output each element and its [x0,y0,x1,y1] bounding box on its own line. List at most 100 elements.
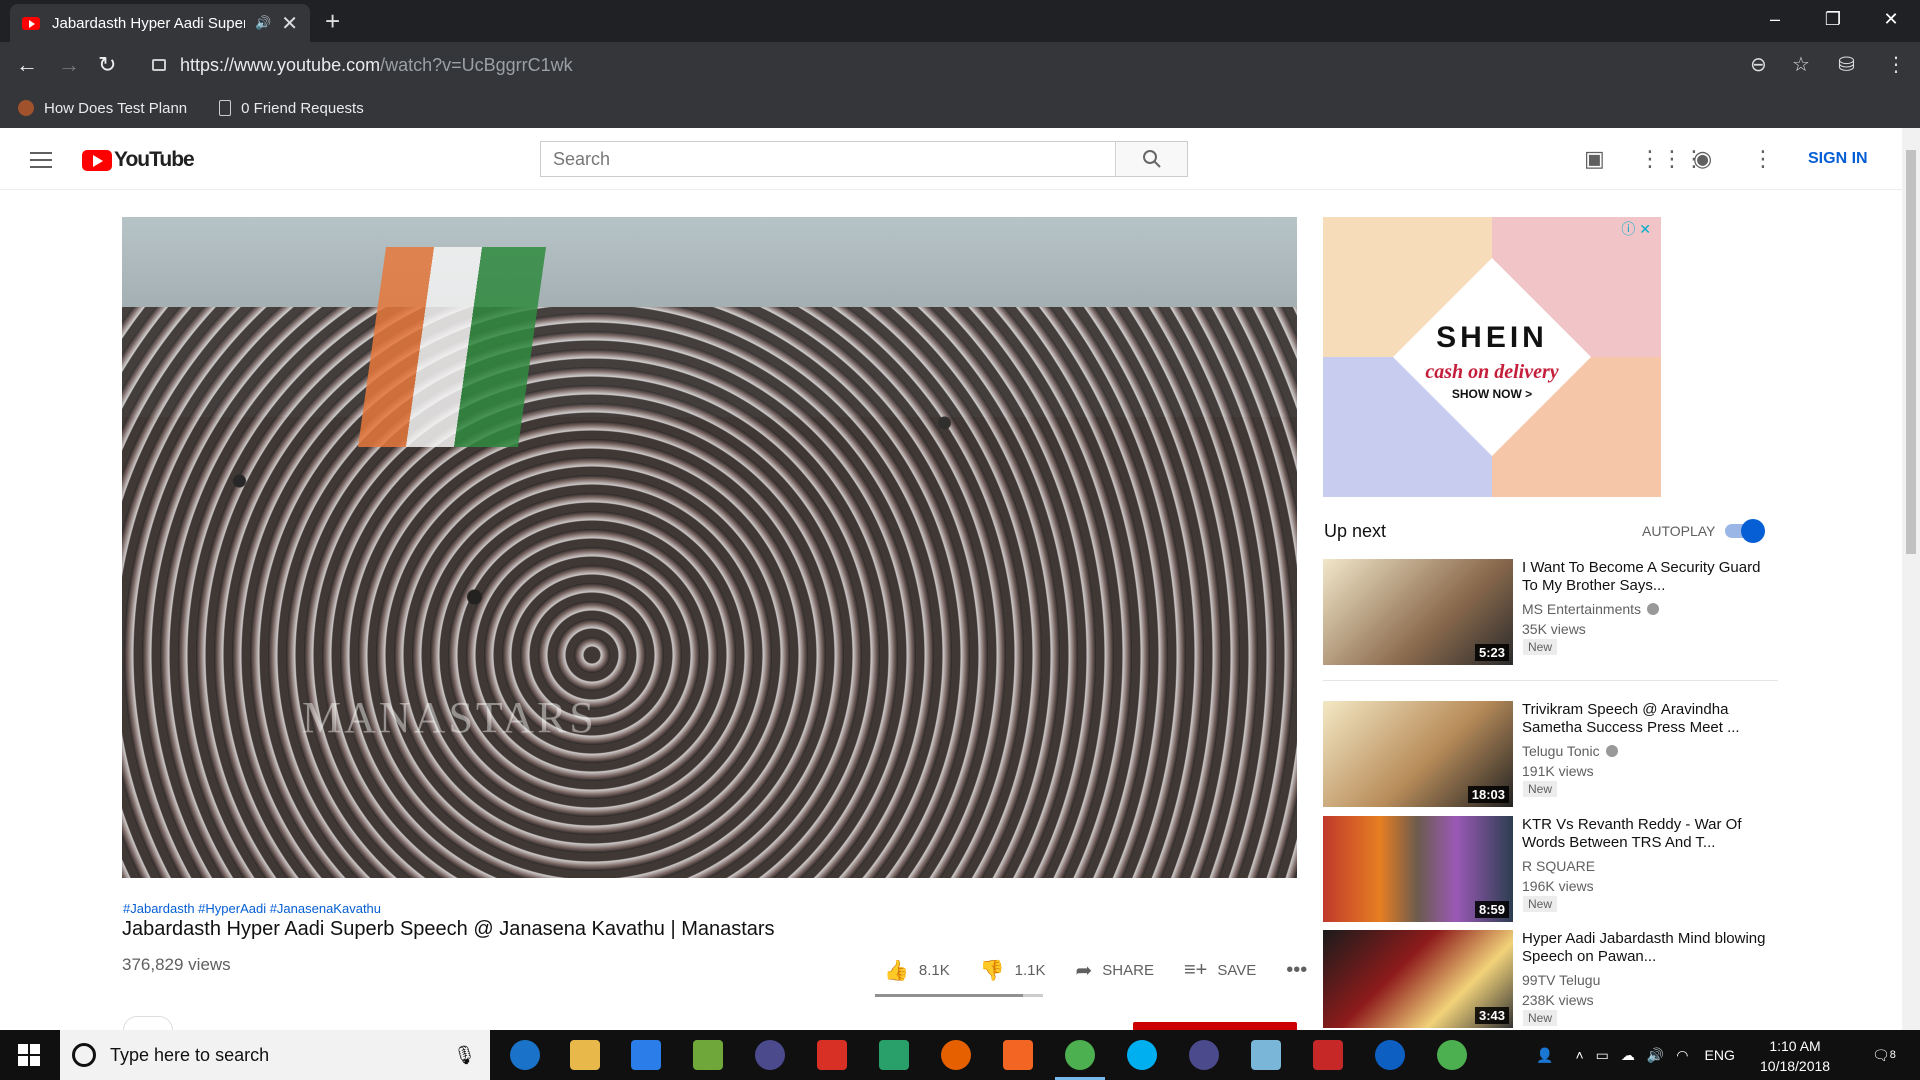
bookmark-item[interactable]: How Does Test Plann [18,100,187,117]
postman-icon[interactable] [1003,1040,1033,1070]
page-scrollbar[interactable] [1902,128,1920,1030]
chrome-icon[interactable] [1055,1040,1105,1080]
new-badge: New [1523,781,1558,797]
clock[interactable]: 1:10 AM 10/18/2018 [1760,1036,1830,1076]
ad-cta[interactable]: SHOW NOW > [1323,387,1661,401]
close-tab-icon[interactable]: ✕ [281,11,298,36]
eclipse-2-icon[interactable] [1189,1040,1219,1070]
recommendation-item[interactable]: 5:23 I Want To Become A Security Guard T… [1323,559,1778,669]
ad-close-icon[interactable]: ⓘ ✕ [1621,219,1651,239]
verified-icon [1605,745,1618,757]
divider [1323,680,1778,681]
recommendation-item[interactable]: 3:43 Hyper Aadi Jabardasth Mind blowing … [1323,930,1778,1028]
recommendation-title[interactable]: Hyper Aadi Jabardasth Mind blowing Speec… [1522,930,1772,966]
edge-icon[interactable] [510,1040,540,1070]
share-button[interactable]: ➦ SHARE [1076,958,1154,983]
create-video-icon[interactable]: ▣ [1584,146,1605,172]
restore-icon[interactable]: ❐ [1804,0,1862,38]
bookmark-item[interactable]: 0 Friend Requests [219,100,364,117]
spreadsheet-icon[interactable] [879,1040,909,1070]
video-thumbnail[interactable]: 5:23 [1323,559,1513,665]
youtube-logo[interactable]: YouTube [82,148,195,172]
battery-icon[interactable]: ▭ [1596,1047,1609,1064]
ad-tagline: cash on delivery [1425,361,1559,383]
speaker-icon[interactable]: 🔊 [255,15,271,31]
youtube-favicon-icon [22,16,40,30]
bookmark-star-icon[interactable]: ☆ [1792,52,1810,77]
search-input[interactable]: Search [541,142,1115,176]
youtube-play-icon [82,149,112,171]
new-tab-icon[interactable]: + [325,6,340,37]
sign-in-button[interactable]: SIGN IN [1808,150,1868,168]
recommendation-title[interactable]: KTR Vs Revanth Reddy - War Of Words Betw… [1522,816,1772,852]
save-button[interactable]: ≡+ SAVE [1184,959,1256,982]
bookmarks-bar: How Does Test Plann 0 Friend Requests [0,88,1920,128]
thumbs-up-icon: 👍 [884,960,909,982]
search-button[interactable] [1115,142,1187,176]
recommendation-item[interactable]: 8:59 KTR Vs Revanth Reddy - War Of Words… [1323,816,1778,926]
video-thumbnail[interactable]: 8:59 [1323,816,1513,922]
video-thumbnail[interactable]: 3:43 [1323,930,1513,1028]
new-badge: New [1523,1010,1558,1026]
recommendation-title[interactable]: I Want To Become A Security Guard To My … [1522,559,1772,595]
microphone-icon[interactable]: 🎙 [453,1045,476,1066]
windows-start-icon[interactable] [18,1044,40,1066]
browser-tab[interactable]: Jabardasth Hyper Aadi Superb 🔊 ✕ [10,4,310,42]
language-indicator[interactable]: ENG [1705,1047,1735,1063]
people-icon[interactable]: 👤 [1536,1047,1553,1064]
notes-icon[interactable] [1251,1040,1281,1070]
forward-icon[interactable]: → [58,52,80,78]
subscribe-button[interactable] [1133,1022,1297,1030]
dislike-button[interactable]: 👎 1.1K [980,958,1046,983]
share-icon: ➦ [1075,960,1093,982]
notifications-button[interactable]: 🗨 8 [1872,1030,1896,1080]
video-hashtags[interactable]: #Jabardasth #HyperAadi #JanasenaKavathu [123,901,381,916]
skype-icon[interactable] [1127,1040,1157,1070]
tab-title: Jabardasth Hyper Aadi Superb [52,14,246,32]
file-explorer-icon[interactable] [570,1040,600,1070]
wifi-icon[interactable]: ◠ [1676,1047,1688,1064]
more-actions-button[interactable]: ••• [1286,959,1317,982]
eclipse-icon[interactable] [755,1040,785,1070]
video-thumbnail[interactable]: 18:03 [1323,701,1513,807]
shein-ad[interactable]: SHEIN cash on delivery SHOW NOW > ⓘ ✕ [1323,217,1661,497]
firefox-icon[interactable] [941,1040,971,1070]
acrobat-icon[interactable] [817,1040,847,1070]
notepad-icon[interactable] [693,1040,723,1070]
page-icon [219,100,232,116]
volume-icon[interactable]: 🔊 [1647,1047,1664,1064]
video-player[interactable]: MANASTARS [122,217,1297,878]
minimize-icon[interactable]: – [1746,0,1804,38]
autoplay-toggle[interactable] [1725,519,1765,543]
taskbar-search[interactable]: Type here to search 🎙 [60,1030,490,1080]
browser-menu-icon[interactable]: ⋮ [1886,52,1906,77]
address-bar[interactable]: https://www.youtube.com/watch?v=UcBggrrC… [140,47,1810,83]
new-badge: New [1523,896,1558,912]
mcafee-icon[interactable] [1313,1040,1343,1070]
bookmark-favicon-icon [18,100,34,116]
window-close-icon[interactable]: ✕ [1862,0,1920,38]
store-icon[interactable] [631,1040,661,1070]
messages-icon[interactable]: ◉ [1693,146,1712,172]
guide-menu-icon[interactable] [30,152,52,168]
scrollbar-thumb[interactable] [1906,150,1916,554]
search-icon [1142,150,1161,168]
chevron-up-icon[interactable]: ˄ [1575,1047,1583,1063]
ad-brand: SHEIN [1436,321,1548,354]
zoom-icon[interactable]: ⊖ [1750,52,1767,77]
chrome-2-icon[interactable] [1437,1040,1467,1070]
channel-avatar[interactable] [123,1016,173,1030]
like-button[interactable]: 👍 8.1K [884,958,950,983]
flag-graphic [357,247,547,447]
back-icon[interactable]: ← [16,52,38,78]
cortana-icon [72,1043,96,1067]
recommendation-item[interactable]: 18:03 Trivikram Speech @ Aravindha Samet… [1323,701,1778,811]
cloud-icon[interactable]: ☁ [1621,1047,1635,1064]
recommendation-channel: 99TV Telugu [1522,972,1601,988]
extension-icon[interactable]: ⛁ [1838,52,1855,77]
settings-more-icon[interactable]: ⋮ [1752,146,1774,172]
recommendation-channel: R SQUARE [1522,858,1596,874]
recommendation-title[interactable]: Trivikram Speech @ Aravindha Sametha Suc… [1522,701,1772,737]
reload-icon[interactable]: ↻ [98,52,116,78]
teamviewer-icon[interactable] [1375,1040,1405,1070]
